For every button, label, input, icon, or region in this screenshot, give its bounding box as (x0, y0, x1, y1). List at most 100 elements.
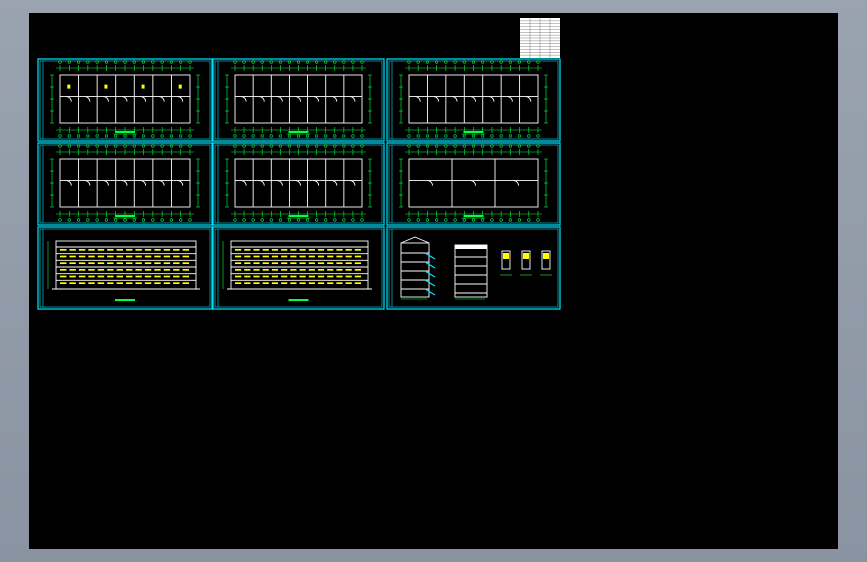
window-fill (327, 275, 334, 278)
window-fill (253, 255, 260, 258)
window-fill (163, 249, 171, 251)
drawing-sheet-9-section[interactable] (386, 226, 561, 310)
window-fill (97, 249, 105, 251)
window-fill (144, 249, 152, 251)
window-fill (182, 282, 189, 284)
window-fill (253, 269, 260, 271)
window-fill (253, 275, 260, 278)
window-fill (244, 282, 251, 284)
window-fill (345, 275, 352, 278)
sheet-caption (115, 215, 135, 217)
window-fill (271, 249, 279, 251)
window-fill (281, 282, 288, 284)
drawing-sheet-7-elevation[interactable] (37, 226, 213, 310)
drawing-sheet-4-floor-plan[interactable] (37, 142, 213, 226)
window-fill (235, 282, 242, 284)
window-fill (60, 269, 67, 271)
window-fill (97, 255, 105, 258)
window-fill (60, 282, 67, 284)
window-fill (107, 269, 114, 271)
window-fill (144, 262, 152, 264)
window-fill (262, 275, 269, 278)
drawing-schedule-table[interactable] (520, 18, 560, 58)
sheet-caption (288, 299, 309, 301)
window-fill (78, 282, 86, 284)
window-fill (182, 269, 189, 271)
window-fill (317, 269, 325, 271)
window-fill (126, 282, 133, 284)
window-fill (281, 275, 288, 278)
window-fill (107, 255, 114, 258)
window-fill (327, 262, 334, 264)
window-fill (116, 269, 123, 271)
window-fill (135, 255, 142, 258)
window-fill (308, 282, 315, 284)
window-fill (116, 275, 123, 278)
window-fill (97, 269, 105, 271)
window-fill (317, 282, 325, 284)
window-fill (78, 269, 86, 271)
window-fill (88, 255, 95, 258)
window-fill (308, 249, 315, 251)
drawing-sheet-3-floor-plan[interactable] (386, 58, 561, 142)
window-fill (253, 282, 260, 284)
window-fill (345, 255, 352, 258)
drawing-sheet-6-roof-plan[interactable] (386, 142, 561, 226)
window-fill (78, 262, 86, 264)
window-fill (317, 255, 325, 258)
window-fill (308, 255, 315, 258)
window-fill (354, 282, 361, 284)
window-fill (290, 282, 297, 284)
window-fill (290, 262, 297, 264)
window-fill (281, 255, 288, 258)
window-fill (182, 255, 189, 258)
window-fill (173, 275, 180, 278)
window-fill (107, 282, 114, 284)
window-fill (116, 262, 123, 264)
window-fill (253, 262, 260, 264)
window-fill (354, 262, 361, 264)
window-fill (126, 262, 133, 264)
drawing-sheet-5-floor-plan[interactable] (212, 142, 385, 226)
model-space-viewport[interactable] (29, 13, 838, 549)
window-fill (235, 255, 242, 258)
cad-drawing[interactable] (29, 13, 838, 549)
window-fill (163, 269, 171, 271)
window-fill (78, 275, 86, 278)
window-fill (163, 255, 171, 258)
window-fill (345, 269, 352, 271)
window-fill (244, 249, 251, 251)
window-fill (235, 275, 242, 278)
window-fill (126, 255, 133, 258)
window-fill (327, 249, 334, 251)
stair-highlight (104, 84, 108, 89)
window-fill (327, 255, 334, 258)
window-fill (299, 249, 306, 251)
window-fill (281, 269, 288, 271)
sheet-border (212, 226, 385, 310)
window-fill (290, 269, 297, 271)
window-fill (163, 275, 171, 278)
sheet-caption (115, 299, 135, 301)
window-fill (88, 282, 95, 284)
window-fill (154, 262, 161, 264)
window-fill (262, 282, 269, 284)
window-fill (299, 275, 306, 278)
window-fill (182, 275, 189, 278)
window-fill (290, 275, 297, 278)
window-fill (336, 249, 343, 251)
window-fill (107, 262, 114, 264)
window-fill (88, 269, 95, 271)
window-fill (135, 262, 142, 264)
window-fill (271, 262, 279, 264)
window-fill (154, 255, 161, 258)
window-fill (244, 255, 251, 258)
window-fill (336, 255, 343, 258)
window-fill (327, 269, 334, 271)
drawing-sheet-2-floor-plan[interactable] (212, 58, 385, 142)
drawing-sheet-8-elevation[interactable] (212, 226, 385, 310)
window-fill (69, 249, 76, 251)
window-fill (78, 255, 86, 258)
drawing-sheet-1-floor-plan[interactable] (37, 58, 213, 142)
window-fill (60, 255, 67, 258)
